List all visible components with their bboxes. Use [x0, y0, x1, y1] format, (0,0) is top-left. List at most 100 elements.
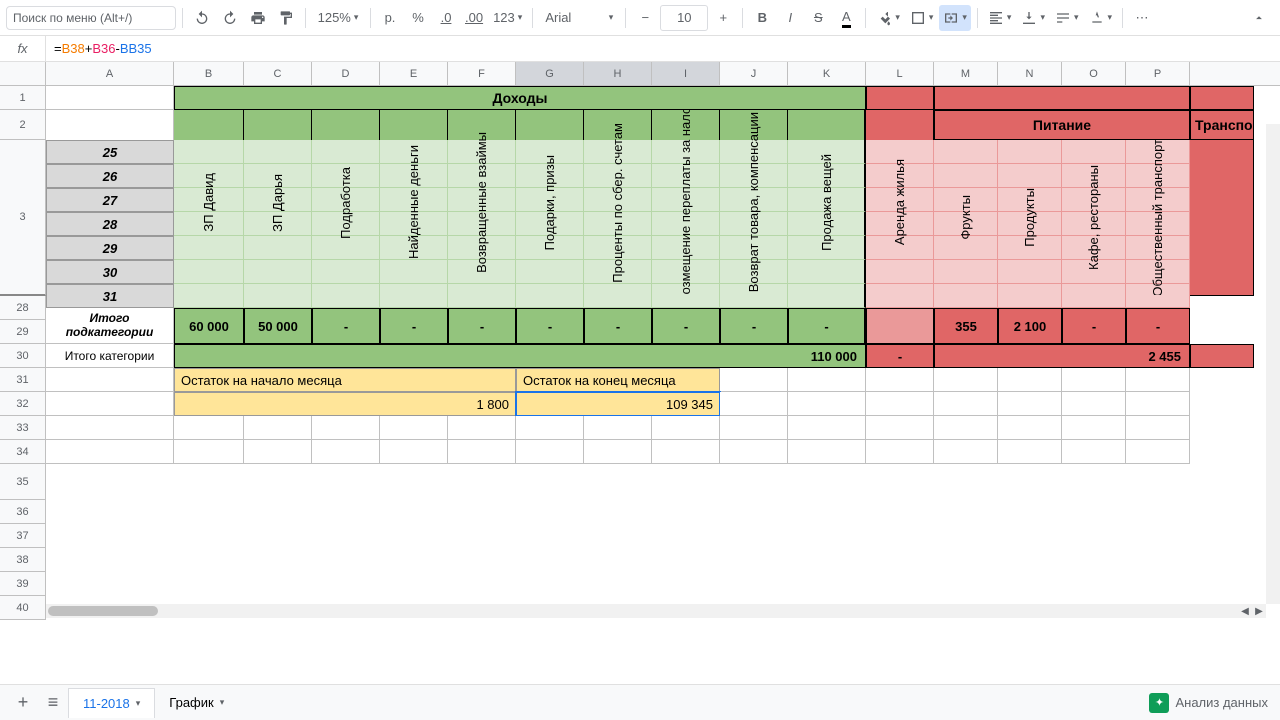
- cell[interactable]: [788, 260, 866, 284]
- font-size-input[interactable]: 10: [660, 5, 708, 31]
- cell[interactable]: 2 100: [998, 308, 1062, 344]
- cell[interactable]: [1126, 416, 1190, 440]
- more-formats-button[interactable]: 123: [489, 5, 526, 31]
- balance-start-label[interactable]: Остаток на начало месяца: [174, 368, 516, 392]
- strike-button[interactable]: S: [805, 5, 831, 31]
- day-cell[interactable]: 28: [46, 212, 174, 236]
- cell[interactable]: [244, 260, 312, 284]
- cell[interactable]: [998, 260, 1062, 284]
- cell[interactable]: [380, 260, 448, 284]
- cell[interactable]: [788, 368, 866, 392]
- cell[interactable]: 50 000: [244, 308, 312, 344]
- cell[interactable]: [788, 392, 866, 416]
- cell[interactable]: -: [866, 344, 934, 368]
- cell[interactable]: [244, 236, 312, 260]
- cell[interactable]: [998, 164, 1062, 188]
- col-header[interactable]: G: [516, 62, 584, 85]
- cell[interactable]: [1126, 392, 1190, 416]
- row-header[interactable]: 36: [0, 500, 46, 524]
- cell[interactable]: [720, 440, 788, 464]
- wrap-button[interactable]: [1051, 5, 1083, 31]
- cell[interactable]: 60 000: [174, 308, 244, 344]
- cell[interactable]: [516, 440, 584, 464]
- cell[interactable]: 355: [934, 308, 998, 344]
- income-header[interactable]: Доходы: [174, 86, 866, 110]
- cell[interactable]: [380, 440, 448, 464]
- cell[interactable]: [448, 440, 516, 464]
- paint-format-button[interactable]: [273, 5, 299, 31]
- cell[interactable]: [516, 260, 584, 284]
- currency-button[interactable]: p.: [377, 5, 403, 31]
- sheet-tab-active[interactable]: 11-2018: [68, 688, 155, 718]
- horizontal-scrollbar[interactable]: ◀ ▶: [46, 604, 1266, 618]
- percent-button[interactable]: %: [405, 5, 431, 31]
- zoom-select[interactable]: 125%: [312, 5, 364, 31]
- cell[interactable]: [312, 140, 380, 164]
- cell[interactable]: [174, 260, 244, 284]
- cell[interactable]: [244, 284, 312, 308]
- cell[interactable]: [652, 440, 720, 464]
- cell[interactable]: [174, 416, 244, 440]
- cell[interactable]: [1062, 140, 1126, 164]
- balance-end-label[interactable]: Остаток на конец месяца: [516, 368, 720, 392]
- row-header[interactable]: 31: [0, 368, 46, 392]
- cell[interactable]: [934, 440, 998, 464]
- explore-button[interactable]: ✦ Анализ данных: [1149, 693, 1268, 713]
- col-header[interactable]: M: [934, 62, 998, 85]
- row-header[interactable]: 3: [0, 140, 46, 296]
- cell[interactable]: -: [380, 308, 448, 344]
- row-header[interactable]: 38: [0, 548, 46, 572]
- cell[interactable]: [788, 416, 866, 440]
- row-header[interactable]: 1: [0, 86, 46, 110]
- cell[interactable]: [312, 260, 380, 284]
- cell[interactable]: [380, 416, 448, 440]
- food-total[interactable]: 2 455: [934, 344, 1190, 368]
- col-header[interactable]: F: [448, 62, 516, 85]
- cell[interactable]: [448, 416, 516, 440]
- cell[interactable]: [174, 236, 244, 260]
- cell[interactable]: [720, 392, 788, 416]
- cell[interactable]: [866, 368, 934, 392]
- col-header[interactable]: J: [720, 62, 788, 85]
- col-header[interactable]: O: [1062, 62, 1126, 85]
- cell[interactable]: [934, 86, 1190, 110]
- cell[interactable]: [866, 440, 934, 464]
- valign-button[interactable]: [1017, 5, 1049, 31]
- cell[interactable]: [934, 392, 998, 416]
- decrease-decimal-button[interactable]: .0: [433, 5, 459, 31]
- cell[interactable]: [998, 284, 1062, 308]
- cell[interactable]: -: [652, 308, 720, 344]
- income-total[interactable]: 110 000: [174, 344, 866, 368]
- cell[interactable]: [1126, 368, 1190, 392]
- cell[interactable]: -: [448, 308, 516, 344]
- col-header[interactable]: C: [244, 62, 312, 85]
- cell[interactable]: [448, 284, 516, 308]
- redo-button[interactable]: [217, 5, 243, 31]
- cell[interactable]: [1126, 440, 1190, 464]
- cell[interactable]: [244, 140, 312, 164]
- merge-button[interactable]: [939, 5, 971, 31]
- cell[interactable]: [934, 368, 998, 392]
- vertical-scrollbar[interactable]: [1266, 124, 1280, 604]
- cell[interactable]: [46, 392, 174, 416]
- cell[interactable]: [866, 308, 934, 344]
- cell[interactable]: [1190, 86, 1254, 110]
- cell[interactable]: [934, 284, 998, 308]
- cell[interactable]: [516, 416, 584, 440]
- borders-button[interactable]: [906, 5, 938, 31]
- cell[interactable]: [380, 284, 448, 308]
- italic-button[interactable]: I: [777, 5, 803, 31]
- cell[interactable]: [174, 284, 244, 308]
- halign-button[interactable]: [984, 5, 1016, 31]
- cell[interactable]: [516, 284, 584, 308]
- day-cell[interactable]: 31: [46, 284, 174, 308]
- fill-color-button[interactable]: [872, 5, 904, 31]
- cell[interactable]: [312, 416, 380, 440]
- row-header[interactable]: 35: [0, 464, 46, 500]
- day-cell[interactable]: 25: [46, 140, 174, 164]
- cell[interactable]: [584, 440, 652, 464]
- cell[interactable]: -: [1062, 308, 1126, 344]
- day-cell[interactable]: 30: [46, 260, 174, 284]
- row-header[interactable]: 39: [0, 572, 46, 596]
- cell[interactable]: -: [312, 308, 380, 344]
